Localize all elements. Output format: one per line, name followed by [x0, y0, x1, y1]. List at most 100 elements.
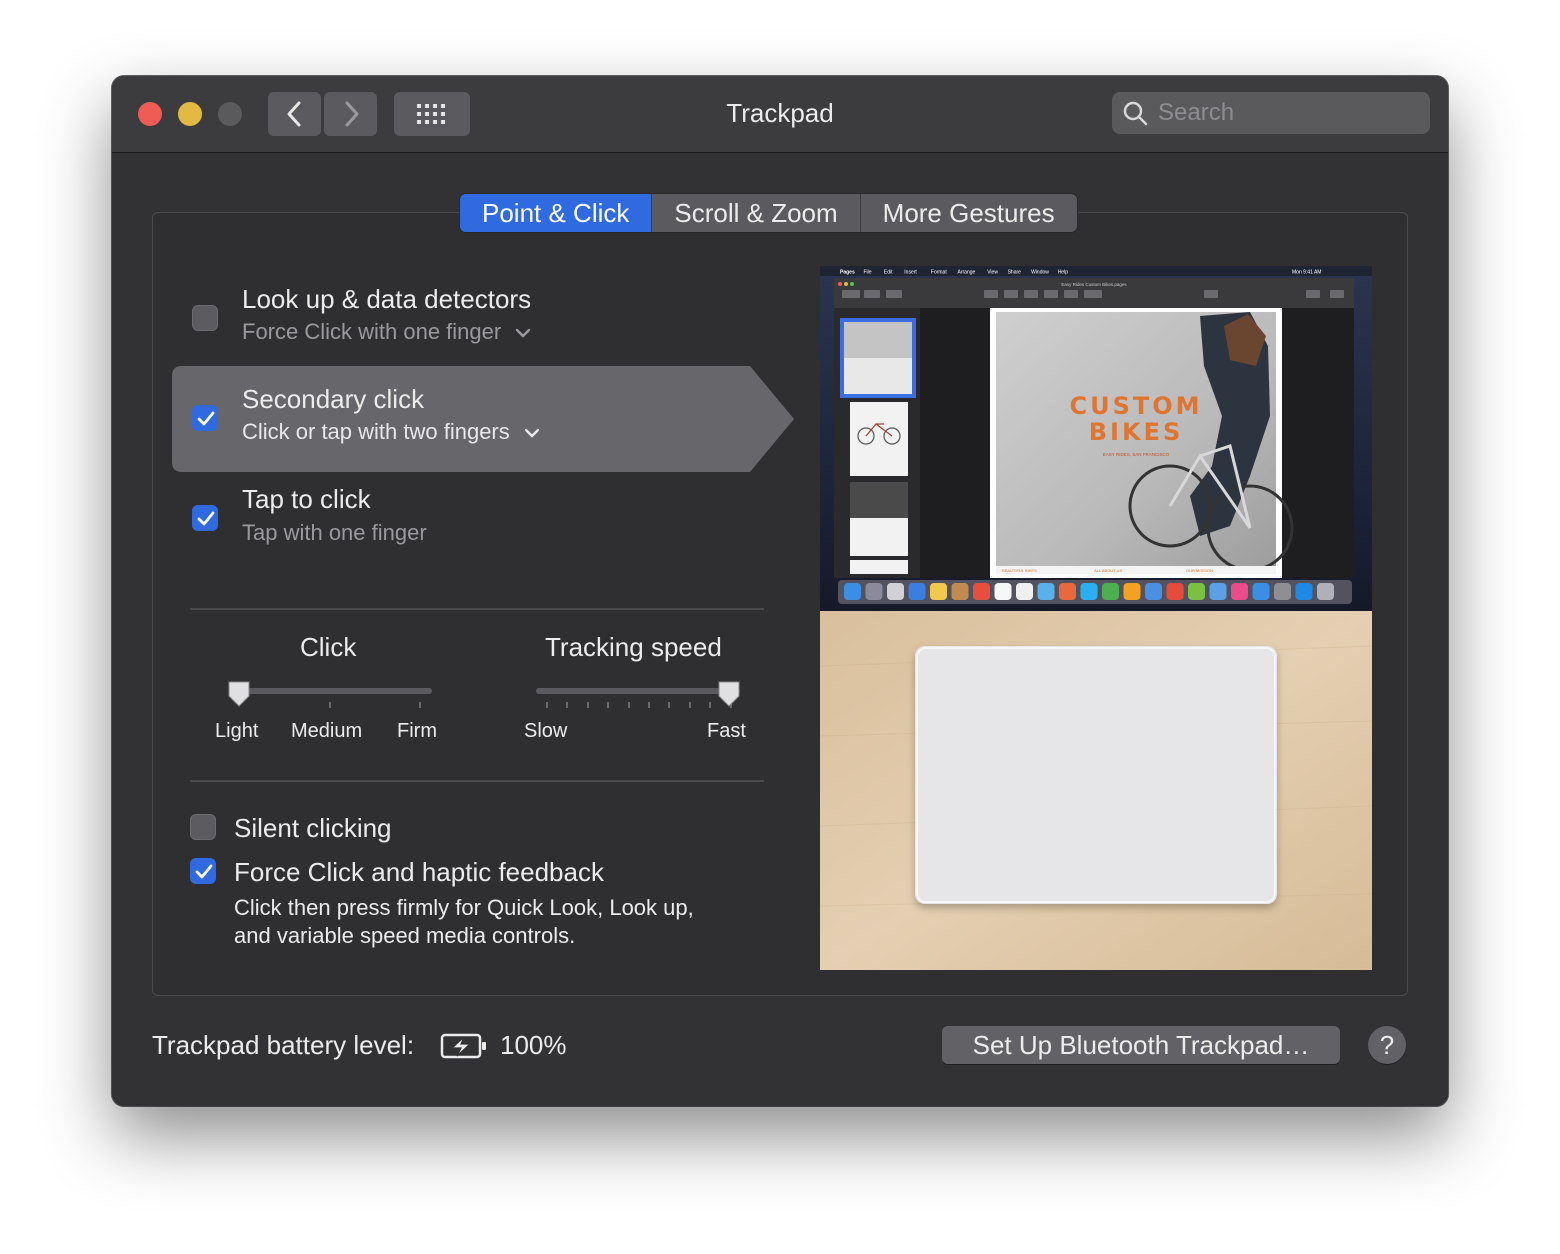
tab-scroll-and-zoom[interactable]: Scroll & Zoom	[651, 194, 859, 232]
trackpad-preferences-window: Trackpad Point & Click Scroll & Zoom Mor…	[112, 76, 1448, 1106]
dock-app-icon	[844, 583, 861, 600]
checkmark-icon	[195, 864, 213, 879]
gesture-preview: Pages File Edit Insert Format Arrange View Shar…	[820, 266, 1372, 970]
dock-app-icon	[1209, 583, 1227, 600]
dock-app-icon	[1317, 583, 1334, 600]
look-up-gesture-dropdown[interactable]: Force Click with one finger	[242, 319, 531, 345]
dock-app-icon	[951, 583, 969, 600]
tracking-speed-tick	[566, 702, 569, 708]
dock-app-icon	[1059, 583, 1076, 600]
look-up-checkbox[interactable]	[192, 305, 218, 331]
tracking-speed-tick	[607, 702, 610, 708]
tap-to-click-title[interactable]: Tap to click	[242, 484, 371, 515]
click-slider-track[interactable]	[230, 688, 432, 694]
dock-app-icon	[865, 583, 883, 600]
battery-charging-icon	[440, 1033, 486, 1059]
tracking-speed-label-fast: Fast	[707, 720, 746, 742]
force-click-description-line: and variable speed media controls.	[234, 923, 576, 948]
secondary-click-title[interactable]: Secondary click	[242, 384, 424, 415]
tab-bar: Point & Click Scroll & Zoom More Gesture…	[460, 194, 1077, 232]
look-up-gesture-label: Force Click with one finger	[242, 319, 502, 344]
help-button[interactable]: ?	[1368, 1026, 1406, 1064]
tracking-speed-tick	[668, 702, 671, 708]
search-icon	[1123, 101, 1148, 126]
click-slider-knob[interactable]	[226, 680, 252, 708]
tracking-speed-tick	[546, 702, 548, 708]
tracking-speed-tick	[586, 702, 589, 708]
preview-menu-item: Edit	[884, 270, 893, 276]
divider	[190, 608, 764, 610]
secondary-click-gesture-dropdown[interactable]: Click or tap with two fingers	[242, 419, 540, 445]
tracking-speed-label-slow: Slow	[524, 720, 568, 742]
divider	[190, 780, 764, 782]
tracking-speed-tick	[648, 702, 650, 708]
chevron-down-icon	[524, 428, 540, 438]
click-slider-tick	[419, 702, 421, 708]
dock-app-icon	[908, 583, 926, 600]
tracking-speed-title: Tracking speed	[545, 632, 722, 662]
dock-app-icon	[1123, 583, 1141, 600]
dock-app-icon	[1231, 583, 1248, 600]
tracking-speed-tick	[709, 702, 712, 708]
trackpad-image	[915, 646, 1277, 904]
document-footer-label: OUR MISSION	[1186, 568, 1213, 573]
click-slider-tick	[329, 702, 331, 708]
force-click-description-line: Click then press firmly for Quick Look, …	[234, 895, 694, 920]
tap-to-click-subtitle: Tap with one finger	[242, 520, 427, 545]
dock-app-icon	[1037, 583, 1055, 600]
secondary-click-checkbox[interactable]	[192, 405, 218, 431]
tracking-speed-tick	[688, 702, 691, 708]
document-footer-label: BEAUTIFUL BIKES	[1002, 568, 1037, 573]
force-click-checkbox[interactable]	[190, 858, 216, 884]
click-slider-title: Click	[300, 632, 357, 662]
dock-app-icon	[1145, 583, 1162, 600]
silent-clicking-checkbox[interactable]	[190, 814, 216, 840]
force-click-description: Click then press firmly for Quick Look, …	[234, 894, 694, 950]
dock-app-icon	[1166, 583, 1184, 600]
click-slider-label-light: Light	[215, 720, 259, 742]
document-footer-label: ALL ABOUT US	[1094, 568, 1123, 573]
tracking-speed-knob[interactable]	[716, 680, 742, 708]
dock-app-icon	[1080, 583, 1098, 600]
click-slider-label-firm: Firm	[397, 720, 437, 742]
preview-menu-item: File	[864, 270, 872, 276]
checkmark-icon	[197, 411, 215, 426]
set-up-bluetooth-trackpad-button[interactable]: Set Up Bluetooth Trackpad…	[942, 1026, 1340, 1064]
document-title: Easy Rides Custom Bikes.pages	[1061, 282, 1127, 287]
click-slider-label-medium: Medium	[291, 720, 363, 742]
dock-app-icon	[1188, 583, 1205, 600]
tracking-speed-tick	[627, 702, 630, 708]
preview-menu-item: Pages	[840, 270, 855, 276]
document-headline-line-1: CUSTOM	[1069, 392, 1202, 420]
checkmark-icon	[197, 511, 215, 526]
preview-menu-item: Format	[931, 270, 947, 276]
gesture-preview-illustration: Pages File Edit Insert Format Arrange View Shar…	[820, 266, 1372, 970]
tracking-speed-track[interactable]	[536, 688, 740, 694]
tap-to-click-checkbox[interactable]	[192, 505, 218, 531]
dock-app-icon	[1274, 583, 1291, 600]
search-field[interactable]	[1112, 92, 1430, 134]
search-input[interactable]	[1156, 98, 1430, 128]
dock-app-icon	[930, 583, 947, 600]
dock-app-icon	[973, 583, 990, 600]
preview-menu-item: Help	[1058, 270, 1069, 276]
preview-menu-item: View	[987, 270, 998, 276]
document-tagline: EASY RIDES, SAN FRANCISCO	[1103, 452, 1170, 457]
look-up-title[interactable]: Look up & data detectors	[242, 284, 531, 315]
preview-menu-item: Window	[1031, 270, 1049, 276]
battery-level-value: 100%	[500, 1030, 567, 1060]
secondary-click-gesture-label: Click or tap with two fingers	[242, 419, 510, 444]
document-headline-line-2: BIKES	[1089, 418, 1184, 446]
dock-app-icon	[1102, 583, 1119, 600]
menu-bar-clock: Mon 9:41 AM	[1292, 270, 1321, 276]
dock-app-icon	[1016, 583, 1033, 600]
preview-menu-item: Arrange	[958, 270, 976, 276]
silent-clicking-label[interactable]: Silent clicking	[234, 813, 392, 844]
dock-app-icon	[887, 583, 904, 600]
preview-menu-item: Insert	[904, 270, 917, 276]
tab-more-gestures[interactable]: More Gestures	[859, 194, 1077, 232]
dock-app-icon	[1295, 583, 1313, 600]
tab-point-and-click[interactable]: Point & Click	[460, 194, 652, 232]
dock-app-icon	[1252, 583, 1270, 600]
force-click-label[interactable]: Force Click and haptic feedback	[234, 857, 604, 888]
